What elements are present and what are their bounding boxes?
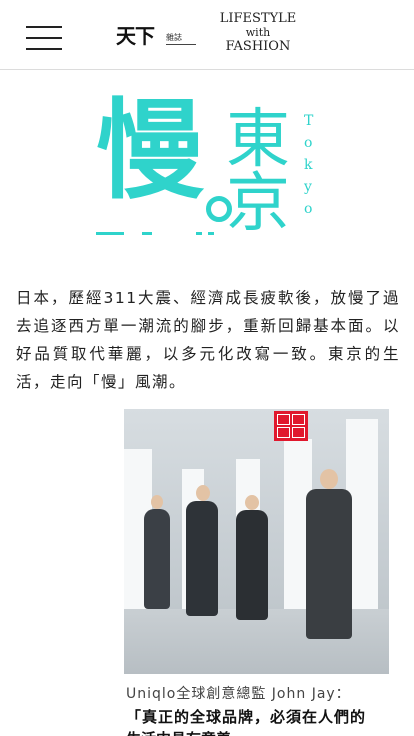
menu-line <box>26 37 62 39</box>
title-main-character: 慢 <box>96 89 205 214</box>
logo-chinese: 天下 <box>116 24 155 48</box>
title-underline-bar <box>96 232 124 235</box>
model <box>186 501 218 616</box>
photo-caption: Uniqlo全球創意總監 John Jay： <box>126 686 351 702</box>
logo-en-line3: FASHION <box>225 39 291 54</box>
logo-en-line1: LIFESTYLE <box>219 11 297 26</box>
logo-subtitle: 雜誌 <box>166 33 182 42</box>
logo-divider <box>166 44 196 45</box>
model-head <box>320 469 338 489</box>
article-intro: 日本，歷經311大震、經濟成長疲軟後，放慢了過去追逐西方單一潮流的腳步，重新回歸… <box>16 288 400 391</box>
site-logo[interactable]: 天下 雜誌 LIFESTYLE with FASHION <box>116 12 306 58</box>
menu-line <box>26 48 62 50</box>
site-header: 天下 雜誌 LIFESTYLE with FASHION <box>0 0 414 70</box>
uniqlo-logo <box>274 411 308 441</box>
model-head <box>151 495 163 509</box>
logo-en-line2: with <box>245 26 271 39</box>
model <box>144 509 170 609</box>
quote-continuation: 生活中具有意義 <box>126 728 396 736</box>
title-underline-bar <box>196 232 202 235</box>
model <box>306 489 352 639</box>
logo-english: LIFESTYLE with FASHION <box>208 12 308 54</box>
model-head <box>196 485 210 501</box>
hamburger-menu-icon[interactable] <box>26 26 62 52</box>
menu-line <box>26 26 62 28</box>
quote-text: 「真正的全球品牌，必須在人們的 <box>126 708 367 726</box>
model <box>236 510 268 620</box>
article-photo <box>124 409 389 674</box>
model-head <box>245 495 259 510</box>
title-city-english: Tokyo <box>304 113 314 217</box>
article-title-graphic: 慢 東京 Tokyo <box>96 98 326 239</box>
title-underline-bar <box>208 232 214 235</box>
title-underline-bar <box>142 232 152 235</box>
